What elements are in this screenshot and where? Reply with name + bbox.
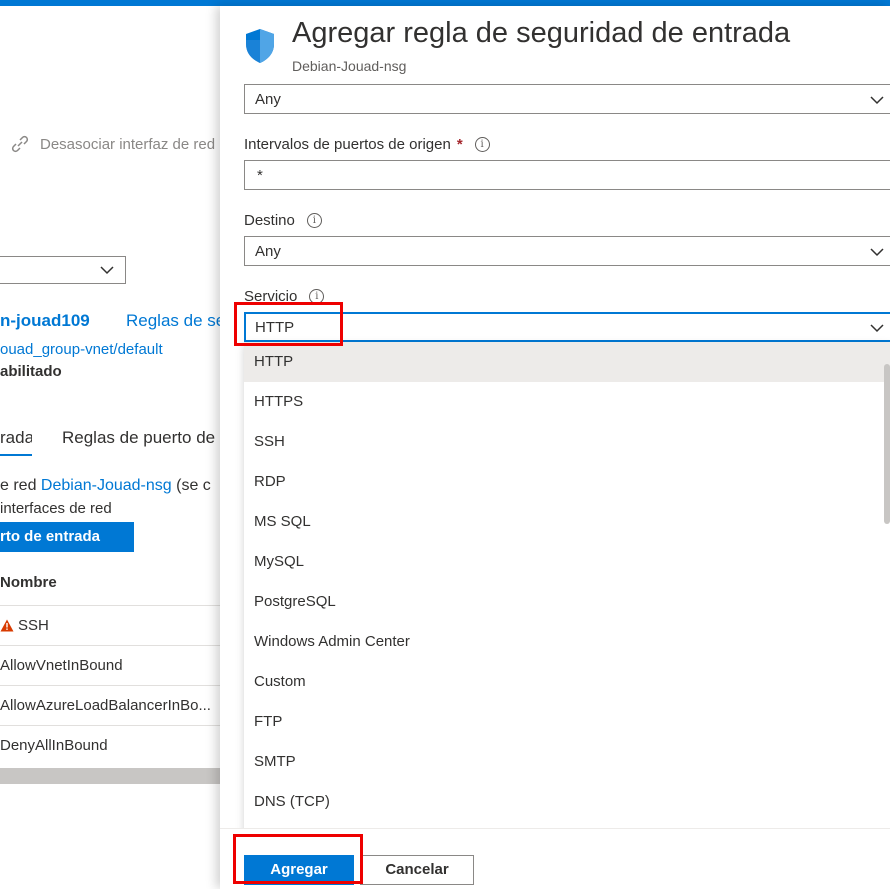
shield-icon	[246, 29, 274, 63]
service-option[interactable]: FTP	[244, 702, 890, 742]
panel-footer: Agregar Cancelar	[220, 828, 890, 889]
table-row[interactable]: DenyAllInBound	[0, 737, 108, 754]
nsg-info-line: e red Debian-Jouad-nsg (se c	[0, 477, 211, 495]
chevron-down-icon	[870, 96, 884, 105]
panel-title: Agregar regla de seguridad de entrada	[292, 17, 791, 49]
source-ports-label: Intervalos de puertos de origen * i	[244, 136, 490, 153]
dissociate-nic-label: Desasociar interfaz de red	[40, 135, 216, 153]
info-icon[interactable]: i	[309, 289, 325, 304]
required-marker: *	[456, 136, 463, 153]
service-options-menu: HTTP HTTPS SSH RDP MS SQL MySQL PostgreS…	[244, 342, 890, 834]
background-blade: Desasociar interfaz de red n-jouad109 Re…	[0, 6, 220, 888]
table-row[interactable]: SSH	[0, 617, 49, 634]
source-dropdown[interactable]: Any	[244, 84, 890, 114]
menu-scrollbar[interactable]	[884, 364, 890, 524]
horizontal-scrollbar[interactable]	[0, 768, 220, 784]
destination-value: Any	[255, 243, 281, 260]
row-divider	[0, 685, 220, 686]
destination-label: Destino i	[244, 212, 322, 229]
rule-name: AllowVnetInBound	[0, 657, 123, 674]
cancel-button[interactable]: Cancelar	[360, 855, 474, 885]
service-option[interactable]: HTTPS	[244, 382, 890, 422]
unlink-icon	[11, 135, 29, 153]
effective-rules-link[interactable]: Reglas de se	[126, 311, 220, 331]
table-row[interactable]: AllowAzureLoadBalancerInBo...	[0, 697, 211, 714]
row-divider	[0, 605, 220, 606]
add-inbound-rule-panel: Agregar regla de seguridad de entrada De…	[220, 6, 890, 889]
warning-icon	[0, 619, 14, 632]
service-option[interactable]: MySQL	[244, 542, 890, 582]
chevron-down-icon	[870, 324, 884, 333]
info-icon[interactable]: i	[306, 213, 322, 228]
nsg-prefix: e red	[0, 477, 41, 494]
service-option[interactable]: SMTP	[244, 742, 890, 782]
service-option[interactable]: MS SQL	[244, 502, 890, 542]
rule-name: AllowAzureLoadBalancerInBo...	[0, 697, 211, 714]
service-option[interactable]: RDP	[244, 462, 890, 502]
column-header-name: Nombre	[0, 574, 57, 591]
rule-name: SSH	[18, 617, 49, 634]
destination-label-text: Destino	[244, 212, 295, 229]
service-option[interactable]: PostgreSQL	[244, 582, 890, 622]
row-divider	[0, 645, 220, 646]
add-inbound-rule-button[interactable]: rto de entrada	[0, 522, 134, 552]
accelerated-networking-status: abilitado	[0, 363, 62, 380]
nic-name-link[interactable]: n-jouad109	[0, 311, 90, 331]
nsg-link[interactable]: Debian-Jouad-nsg	[41, 477, 172, 494]
add-button[interactable]: Agregar	[244, 855, 354, 885]
service-option[interactable]: DNS (TCP)	[244, 782, 890, 822]
service-dropdown[interactable]: HTTP	[244, 312, 890, 342]
source-ports-input[interactable]: *	[244, 160, 890, 190]
service-option[interactable]: Custom	[244, 662, 890, 702]
dissociate-nic-command[interactable]: Desasociar interfaz de red	[10, 134, 215, 154]
service-option[interactable]: HTTP	[244, 342, 890, 382]
tab-inbound-rules[interactable]: rada	[0, 428, 32, 456]
table-row[interactable]: AllowVnetInBound	[0, 657, 123, 674]
nic-selector[interactable]	[0, 256, 126, 284]
service-option[interactable]: SSH	[244, 422, 890, 462]
tab-outbound-rules[interactable]: Reglas de puerto de	[62, 428, 215, 448]
chevron-down-icon	[870, 248, 884, 257]
source-value: Any	[255, 91, 281, 108]
subnet-link[interactable]: ouad_group-vnet/default	[0, 341, 163, 358]
chevron-down-icon	[100, 266, 114, 275]
rule-name: DenyAllInBound	[0, 737, 108, 754]
source-ports-label-text: Intervalos de puertos de origen	[244, 136, 451, 153]
service-value: HTTP	[255, 319, 295, 336]
service-option[interactable]: Windows Admin Center	[244, 622, 890, 662]
service-label-text: Servicio	[244, 288, 298, 305]
service-label: Servicio i	[244, 288, 325, 305]
row-divider	[0, 725, 220, 726]
nsg-suffix: (se c	[171, 477, 211, 494]
info-icon[interactable]: i	[474, 137, 490, 152]
panel-subtitle: Debian-Jouad-nsg	[292, 58, 407, 74]
add-inbound-rule-label: rto de entrada	[0, 528, 101, 545]
interfaces-text: interfaces de red	[0, 500, 112, 517]
destination-dropdown[interactable]: Any	[244, 236, 890, 266]
